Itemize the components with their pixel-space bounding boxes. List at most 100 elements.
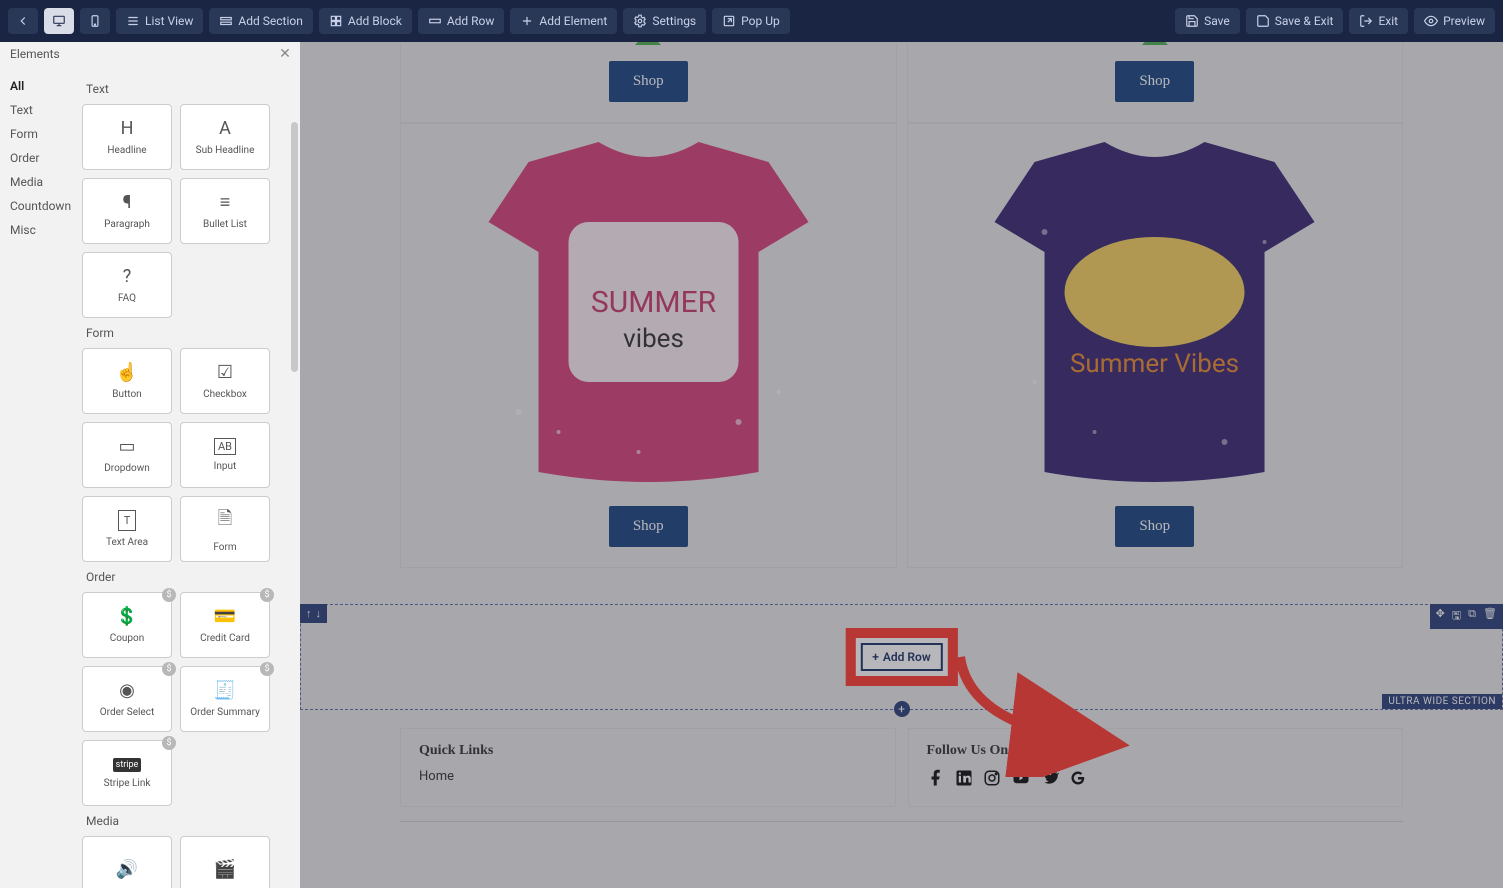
element-checkbox[interactable]: ☑Checkbox <box>180 348 270 414</box>
add-row-highlight: + Add Row <box>845 628 957 686</box>
category-order[interactable]: Order <box>0 146 82 170</box>
empty-section[interactable]: ↑ ↓ ✥ 🖫 ⧉ 🗑 + Add Row ULTRA WIDE SECTION… <box>300 604 1503 710</box>
google-icon[interactable] <box>1069 769 1087 792</box>
category-text[interactable]: Text <box>0 98 82 122</box>
footer-quicklinks[interactable]: Quick Links Home <box>400 728 896 807</box>
element-textarea[interactable]: TText Area <box>82 496 172 562</box>
element-paragraph[interactable]: ¶Paragraph <box>82 178 172 244</box>
element-orderselect[interactable]: $◉Order Select <box>82 666 172 732</box>
section-clone-button[interactable]: ⧉ <box>1466 607 1478 626</box>
category-misc[interactable]: Misc <box>0 218 82 242</box>
follow-title: Follow Us On <box>927 743 1385 759</box>
save-button[interactable]: Save <box>1175 8 1240 34</box>
shop-button[interactable]: Shop <box>609 61 688 102</box>
element-input[interactable]: ABInput <box>180 422 270 488</box>
settings-button[interactable]: Settings <box>623 8 706 34</box>
add-section-button[interactable]: Add Section <box>209 8 312 34</box>
tshirt-pink-icon: SUMMER vibes <box>426 132 871 492</box>
element-audio[interactable]: 🔊 <box>82 836 172 888</box>
youtube-icon[interactable] <box>1011 769 1031 792</box>
add-element-button[interactable]: Add Element <box>510 8 617 34</box>
section-save-button[interactable]: 🖫 <box>1450 607 1463 626</box>
footer-link-home[interactable]: Home <box>419 769 877 784</box>
element-categories: All Text Form Order Media Countdown Misc <box>0 42 82 888</box>
exit-label: Exit <box>1378 14 1398 28</box>
twitter-icon[interactable] <box>1041 769 1059 792</box>
panel-close-button[interactable]: ✕ <box>276 45 294 63</box>
add-row-button[interactable]: + Add Row <box>860 643 942 671</box>
section-drag-handle[interactable]: ✥ <box>1434 607 1447 626</box>
linkedin-icon[interactable] <box>955 769 973 792</box>
device-desktop-button[interactable] <box>44 8 74 34</box>
exit-button[interactable]: Exit <box>1349 8 1408 34</box>
category-media[interactable]: Media <box>0 170 82 194</box>
shop-button[interactable]: Shop <box>1115 506 1194 547</box>
section-icon <box>219 14 233 28</box>
element-headline[interactable]: HHeadline <box>82 104 172 170</box>
element-stripelink[interactable]: $stripeStripe Link <box>82 740 172 806</box>
shop-button[interactable]: Shop <box>609 506 688 547</box>
element-dropdown[interactable]: ▭Dropdown <box>82 422 172 488</box>
product-card[interactable]: Summer Vibes Shop <box>907 123 1404 568</box>
back-button[interactable] <box>8 8 38 34</box>
section-media-title: Media <box>86 814 290 828</box>
category-countdown[interactable]: Countdown <box>0 194 82 218</box>
preview-button[interactable]: Preview <box>1414 8 1495 34</box>
section-form-title: Form <box>86 326 290 340</box>
element-button[interactable]: ☝Button <box>82 348 172 414</box>
facebook-icon[interactable] <box>927 769 945 792</box>
add-section-below-button[interactable]: + <box>894 701 910 717</box>
save-exit-icon <box>1256 14 1270 28</box>
product-card[interactable]: SUMMER vibes Shop <box>400 123 897 568</box>
gear-icon <box>633 14 647 28</box>
settings-label: Settings <box>652 14 696 28</box>
toolbar-left: List View Add Section Add Block Add Row … <box>8 8 1169 34</box>
premium-badge: $ <box>162 588 176 602</box>
product-card[interactable]: Shop <box>907 42 1404 123</box>
premium-badge: $ <box>260 588 274 602</box>
element-icon <box>520 14 534 28</box>
element-form[interactable]: 🗎Form <box>180 496 270 562</box>
shop-button[interactable]: Shop <box>1115 61 1194 102</box>
panel-title: Elements <box>0 42 300 66</box>
quicklinks-title: Quick Links <box>419 743 877 759</box>
element-coupon[interactable]: $💲Coupon <box>82 592 172 658</box>
list-view-label: List View <box>145 14 193 28</box>
section-order-title: Order <box>86 570 290 584</box>
exit-icon <box>1359 14 1373 28</box>
element-video[interactable]: 🎬 <box>180 836 270 888</box>
list-view-button[interactable]: List View <box>116 8 203 34</box>
elements-list: Text HHeadline ASub Headline ¶Paragraph … <box>82 42 300 888</box>
element-ordersummary[interactable]: $🧾Order Summary <box>180 666 270 732</box>
product-image: SUMMER vibes <box>426 132 871 492</box>
elements-panel: Elements ✕ All Text Form Order Media Cou… <box>0 42 300 888</box>
add-row-toolbar-button[interactable]: Add Row <box>418 8 505 34</box>
popup-button[interactable]: Pop Up <box>712 8 790 34</box>
scrollbar[interactable] <box>291 122 298 372</box>
add-block-button[interactable]: Add Block <box>319 8 412 34</box>
move-down-button[interactable]: ↓ <box>316 607 322 620</box>
product-card[interactable]: Shop <box>400 42 897 123</box>
element-bulletlist[interactable]: ≡Bullet List <box>180 178 270 244</box>
element-subheadline[interactable]: ASub Headline <box>180 104 270 170</box>
product-image: Summer Vibes <box>932 132 1377 492</box>
instagram-icon[interactable] <box>983 769 1001 792</box>
add-block-label: Add Block <box>348 14 402 28</box>
footer-divider <box>400 821 1403 822</box>
svg-text:SUMMER: SUMMER <box>591 285 716 320</box>
premium-badge: $ <box>162 736 176 750</box>
element-creditcard[interactable]: $💳Credit Card <box>180 592 270 658</box>
device-mobile-button[interactable] <box>80 8 110 34</box>
add-section-label: Add Section <box>238 14 302 28</box>
category-all[interactable]: All <box>0 74 82 98</box>
section-delete-button[interactable]: 🗑 <box>1481 607 1499 626</box>
element-faq[interactable]: ?FAQ <box>82 252 172 318</box>
svg-text:Summer Vibes: Summer Vibes <box>1070 349 1239 379</box>
section-action-handles: ✥ 🖫 ⧉ 🗑 <box>1430 604 1503 629</box>
category-form[interactable]: Form <box>0 122 82 146</box>
save-icon <box>1185 14 1199 28</box>
save-exit-button[interactable]: Save & Exit <box>1246 8 1344 34</box>
tshirt-purple-icon: Summer Vibes <box>932 132 1377 492</box>
footer-follow[interactable]: Follow Us On <box>908 728 1404 807</box>
move-up-button[interactable]: ↑ <box>306 607 312 620</box>
